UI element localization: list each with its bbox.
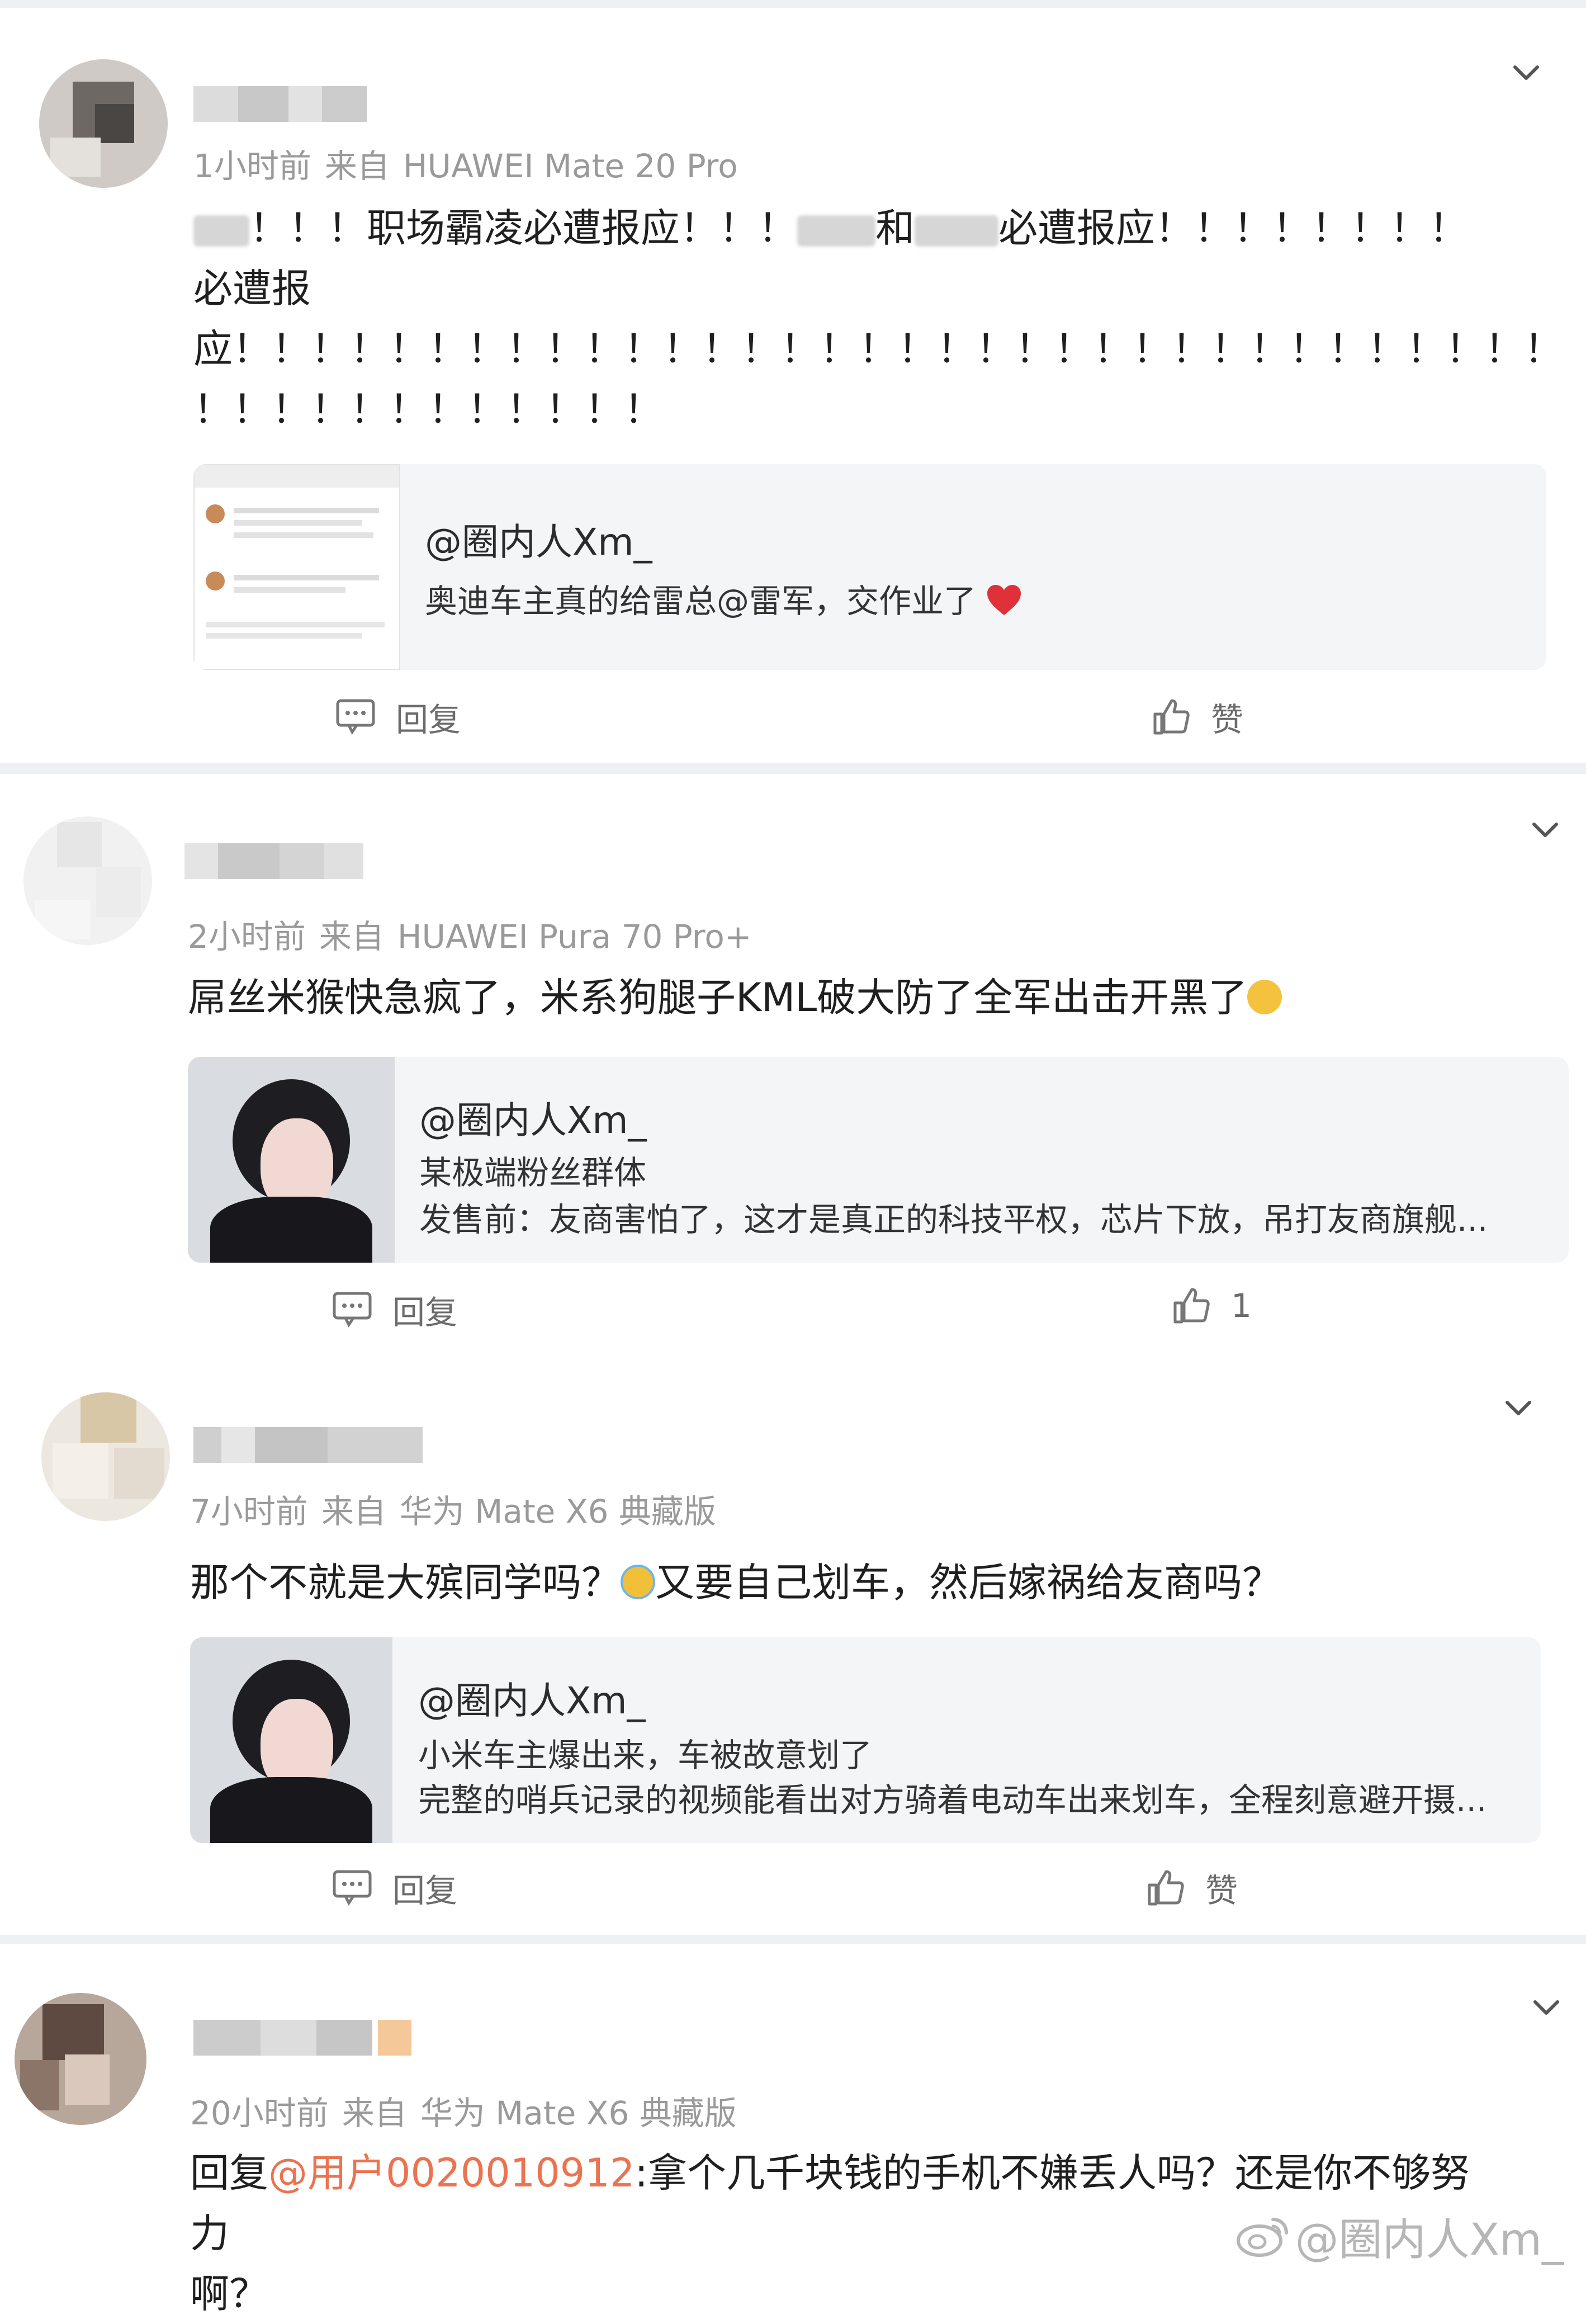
quote-text: 某极端粉丝群体 bbox=[419, 1154, 647, 1192]
post-thumbnail bbox=[193, 464, 400, 670]
avatar[interactable] bbox=[39, 59, 168, 188]
text-segment: ！！！！！！！！！！！！ bbox=[193, 386, 663, 432]
like-label: 赞 bbox=[1211, 701, 1244, 739]
comment-card: 1小时前 来自 HUAWEI Mate 20 Pro ！！！职场霸凌必遭报应！！！ 和… bbox=[0, 8, 1586, 763]
avatar[interactable] bbox=[15, 1993, 146, 2125]
comment-meta: 7小时前 来自 华为 Mate X6 典藏版 bbox=[190, 1485, 716, 1532]
user-mention-link[interactable]: @用户0020010912 bbox=[268, 2150, 635, 2196]
quote-author[interactable]: @圈内人Xm_ bbox=[419, 1090, 1537, 1144]
reply-button[interactable]: 回复 bbox=[332, 1286, 457, 1333]
reply-button[interactable]: 回复 bbox=[332, 1864, 457, 1911]
username-blurred[interactable] bbox=[193, 1427, 423, 1463]
like-count: 1 bbox=[1231, 1287, 1252, 1325]
avatar[interactable] bbox=[23, 816, 152, 945]
comment-card: 7小时前 来自 华为 Mate X6 典藏版 那个不就是大殡同学吗？ 又要自己划车，然… bbox=[0, 1364, 1586, 1935]
like-button[interactable]: 赞 bbox=[1146, 1864, 1238, 1911]
post-thumbnail bbox=[190, 1637, 392, 1843]
reply-label: 回复 bbox=[396, 701, 461, 739]
text-segment: 应！！！！！！！！！！！！！！！！！！！！！！！！！！！！！！！！！！ bbox=[193, 326, 1563, 372]
comment-time: 2小时前 bbox=[188, 918, 306, 956]
text-segment: 屌丝米猴快急疯了，米系狗腿子KML破大防了全军出击开黑了 bbox=[188, 975, 1248, 1021]
source-label: 来自 bbox=[342, 2094, 407, 2132]
comment-icon bbox=[333, 1870, 372, 1906]
username-blurred[interactable] bbox=[193, 2020, 428, 2056]
comment-meta: 1小时前 来自 HUAWEI Mate 20 Pro bbox=[193, 140, 738, 187]
quote-author[interactable]: @圈内人Xm_ bbox=[418, 1671, 1514, 1725]
blurred-text bbox=[193, 215, 249, 247]
comment-meta: 20小时前 来自 华为 Mate X6 典藏版 bbox=[190, 2087, 737, 2134]
post-thumbnail bbox=[188, 1057, 395, 1263]
comment-time: 20小时前 bbox=[190, 2094, 329, 2132]
quoted-post[interactable]: @圈内人Xm_ 奥迪车主真的给雷总@雷军，交作业了 bbox=[193, 464, 1546, 670]
separator bbox=[0, 763, 1586, 774]
device-name: 华为 Mate X6 典藏版 bbox=[420, 2094, 737, 2132]
source-label: 来自 bbox=[321, 1492, 386, 1531]
reply-button[interactable]: 回复 bbox=[335, 693, 461, 740]
chevron-down-icon[interactable] bbox=[1528, 813, 1562, 847]
sweat-emoji-icon bbox=[621, 1564, 655, 1599]
text-segment: ！！！职场霸凌必遭报应！！！ bbox=[249, 205, 797, 251]
thumbs-up-icon bbox=[1148, 1870, 1184, 1906]
quote-text: 奥迪车主真的给雷总@雷军，交作业了 bbox=[425, 575, 1515, 622]
comment-time: 7小时前 bbox=[190, 1492, 308, 1531]
device-name: HUAWEI Pura 70 Pro+ bbox=[397, 918, 752, 956]
text-segment: 必遭报 bbox=[193, 266, 311, 311]
reply-prefix: 回复 bbox=[190, 2150, 268, 2196]
quote-author[interactable]: @圈内人Xm_ bbox=[425, 512, 1515, 566]
text-segment: 和 bbox=[875, 205, 915, 251]
quote-line: 奥迪车主真的给雷总@雷军，交作业了 bbox=[425, 582, 977, 620]
quoted-post[interactable]: @圈内人Xm_ 某极端粉丝群体 发售前：友商害怕了，这才是真正的科技平权，芯片下… bbox=[188, 1057, 1569, 1263]
username-blurred[interactable] bbox=[184, 843, 363, 879]
chevron-down-icon[interactable] bbox=[1509, 56, 1543, 89]
top-separator bbox=[0, 0, 1586, 8]
text-segment: 必遭报应！！！！！！！！ bbox=[998, 205, 1468, 251]
comment-time: 1小时前 bbox=[193, 147, 311, 185]
comment-meta: 2小时前 来自 HUAWEI Pura 70 Pro+ bbox=[188, 910, 751, 957]
comment-card: 20小时前 来自 华为 Mate X6 典藏版 回复@用户0020010912:拿个… bbox=[0, 1944, 1586, 2317]
quote-text: 小米车主爆出来，车被故意划了 bbox=[418, 1736, 873, 1774]
thumbs-up-icon bbox=[1173, 1288, 1210, 1324]
source-label: 来自 bbox=[319, 918, 384, 956]
crying-emoji-icon bbox=[1247, 979, 1282, 1014]
comment-icon bbox=[333, 1292, 372, 1328]
quote-text: 完整的哨兵记录的视频能看出对方骑着电动车出来划车，全程刻意避开摄... bbox=[418, 1781, 1487, 1819]
source-label: 来自 bbox=[324, 147, 390, 185]
device-name: HUAWEI Mate 20 Pro bbox=[403, 147, 738, 185]
reply-label: 回复 bbox=[392, 1293, 458, 1331]
reply-label: 回复 bbox=[392, 1872, 458, 1910]
weibo-logo-icon bbox=[1236, 2218, 1288, 2257]
blurred-text bbox=[797, 215, 875, 247]
watermark: @圈内人Xm_ bbox=[1236, 2205, 1564, 2268]
like-button[interactable]: 赞 bbox=[1152, 693, 1243, 740]
comment-text: 那个不就是大殡同学吗？ 又要自己划车，然后嫁祸给友商吗？ bbox=[190, 1552, 1543, 1613]
blurred-text bbox=[915, 215, 998, 247]
comment-text: 屌丝米猴快急疯了，米系狗腿子KML破大防了全军出击开黑了 bbox=[188, 967, 1541, 1028]
like-label: 赞 bbox=[1205, 1872, 1238, 1910]
chevron-down-icon[interactable] bbox=[1502, 1391, 1535, 1425]
text-segment: 又要自己划车，然后嫁祸给友商吗？ bbox=[655, 1560, 1281, 1605]
watermark-text: @圈内人Xm_ bbox=[1295, 2215, 1564, 2265]
username-blurred[interactable] bbox=[193, 86, 367, 122]
device-name: 华为 Mate X6 典藏版 bbox=[399, 1492, 716, 1531]
text-segment: 那个不就是大殡同学吗？ bbox=[190, 1560, 621, 1605]
avatar[interactable] bbox=[41, 1392, 170, 1521]
text-segment: 啊？ bbox=[190, 2271, 268, 2317]
comment-text: ！！！职场霸凌必遭报应！！！ 和 必遭报应！！！！！！！！ 必遭报 应！！！！！！！… bbox=[193, 198, 1563, 440]
thumbs-up-icon bbox=[1153, 699, 1190, 735]
comment-icon bbox=[336, 699, 375, 735]
comment-card: 2小时前 来自 HUAWEI Pura 70 Pro+ 屌丝米猴快急疯了，米系狗腿子… bbox=[0, 774, 1586, 1364]
quoted-post[interactable]: @圈内人Xm_ 小米车主爆出来，车被故意划了 完整的哨兵记录的视频能看出对方骑着… bbox=[190, 1637, 1541, 1843]
chevron-down-icon[interactable] bbox=[1530, 1991, 1563, 2024]
quote-text: 发售前：友商害怕了，这才是真正的科技平权，芯片下放，吊打友商旗舰... bbox=[419, 1201, 1488, 1239]
separator bbox=[0, 1935, 1586, 1944]
like-button[interactable]: 1 bbox=[1172, 1286, 1252, 1325]
heart-icon bbox=[987, 584, 1021, 615]
